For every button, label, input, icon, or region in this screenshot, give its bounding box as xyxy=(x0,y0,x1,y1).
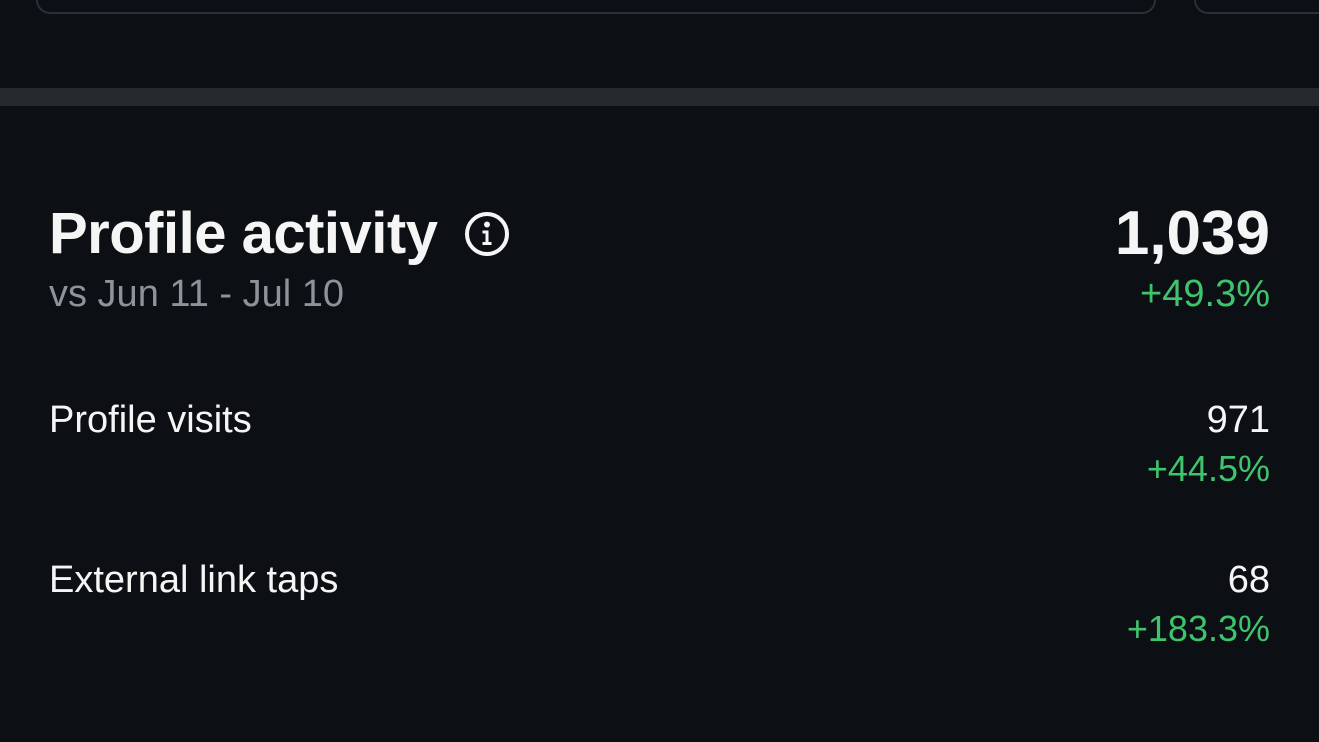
metric-change: +44.5% xyxy=(1146,448,1270,489)
section-title: Profile activity xyxy=(49,201,438,266)
total-change: +49.3% xyxy=(1140,273,1270,315)
metric-label: Profile visits xyxy=(49,399,252,441)
previous-section-card[interactable] xyxy=(36,0,1156,14)
metric-change: +183.3% xyxy=(1126,608,1270,649)
section-divider xyxy=(0,88,1319,106)
total-value: 1,039 xyxy=(1114,199,1270,268)
comparison-period: vs Jun 11 - Jul 10 xyxy=(49,273,345,315)
profile-activity-header: Profile activity xyxy=(49,198,511,270)
metric-value: 68 xyxy=(1227,559,1270,601)
metric-value: 971 xyxy=(1206,399,1270,441)
insights-page: Profile activity vs Jun 11 - Jul 10 1,03… xyxy=(0,0,1319,742)
info-icon[interactable] xyxy=(463,210,511,258)
previous-section-card-secondary[interactable] xyxy=(1194,0,1319,14)
metric-label: External link taps xyxy=(49,559,339,601)
